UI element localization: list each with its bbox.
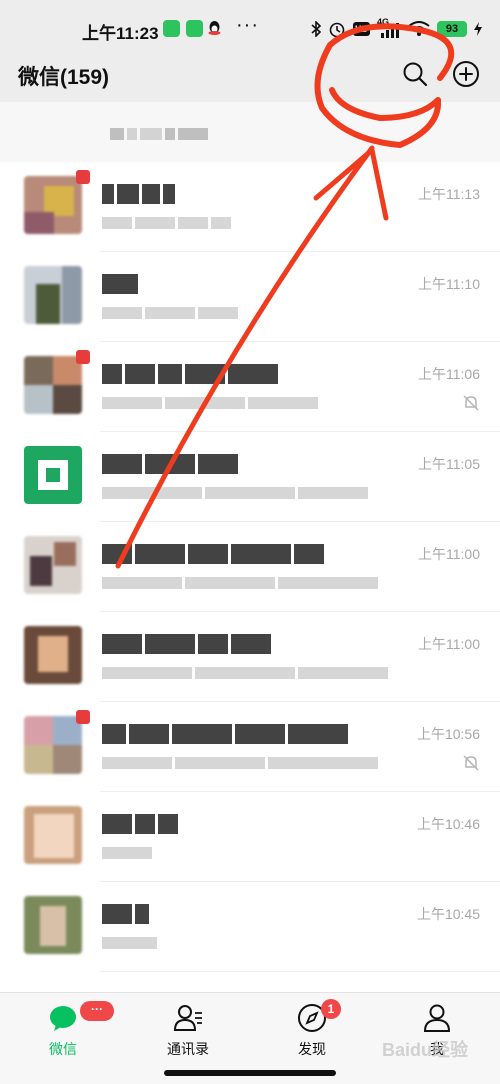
unread-badge — [76, 350, 90, 364]
message-preview-redacted — [102, 937, 157, 949]
unread-badge — [76, 170, 90, 184]
chat-row[interactable]: 上午11:13 — [0, 162, 500, 252]
contact-name-redacted — [102, 724, 348, 744]
header: 微信(159) — [0, 56, 500, 102]
chat-badge: ··· — [80, 1001, 114, 1021]
status-bar: 上午11:23 ··· HD 4G 93 — [0, 0, 500, 56]
status-right: HD 4G 93 — [311, 17, 482, 40]
avatar — [24, 266, 82, 324]
chat-row[interactable]: 上午11:10 — [0, 252, 500, 342]
chat-list[interactable]: 上午11:13 上午11:10 上午11:06 上午11:05 上午11:00 … — [0, 102, 500, 992]
chat-time: 上午11:06 — [418, 366, 480, 382]
tab-discover[interactable]: 1 发现 — [267, 999, 357, 1063]
chat-time: 上午10:46 — [416, 816, 480, 832]
page-title: 微信(159) — [18, 66, 110, 89]
wechat-notification-icon — [163, 20, 180, 37]
chat-row[interactable]: 上午11:00 — [0, 522, 500, 612]
contact-name-redacted — [102, 544, 324, 564]
message-preview-redacted — [102, 307, 238, 319]
avatar — [24, 896, 82, 954]
mute-bell-icon — [463, 755, 479, 771]
contact-name-redacted — [102, 364, 278, 384]
message-preview-redacted — [102, 667, 388, 679]
chat-time: 上午11:00 — [418, 546, 480, 562]
wifi-icon — [408, 21, 430, 36]
tab-chats[interactable]: ··· 微信 — [18, 1001, 114, 1063]
avatar — [24, 626, 82, 684]
tab-contacts[interactable]: 通讯录 — [143, 1003, 233, 1063]
chat-row[interactable]: 上午11:05 — [0, 432, 500, 522]
bluetooth-icon — [311, 21, 321, 37]
chat-row[interactable]: 上午11:00 — [0, 612, 500, 702]
contact-name-redacted — [102, 904, 149, 924]
message-preview-redacted — [102, 487, 368, 499]
hd-icon: HD — [353, 22, 370, 36]
tab-label: 通讯录 — [167, 1041, 209, 1057]
avatar — [24, 446, 82, 504]
more-notifications-icon: ··· — [236, 14, 259, 36]
chat-row[interactable]: 上午10:45 — [0, 882, 500, 972]
tab-label: 发现 — [298, 1041, 326, 1057]
app-notification-icon — [186, 20, 203, 37]
avatar — [24, 806, 82, 864]
avatar — [24, 356, 82, 414]
alarm-icon — [329, 22, 345, 38]
mute-bell-icon — [463, 395, 479, 411]
chat-time: 上午10:45 — [416, 906, 480, 922]
unread-badge — [76, 710, 90, 724]
message-preview-redacted — [102, 217, 231, 229]
chat-time: 上午11:10 — [418, 276, 480, 292]
message-preview-redacted — [102, 847, 152, 859]
watermark: Baidu经验 — [382, 1040, 469, 1060]
contact-name-redacted — [102, 274, 138, 294]
contact-name-redacted — [102, 634, 271, 654]
pinned-conversation[interactable] — [0, 102, 500, 162]
signal-icon: 4G — [377, 17, 401, 38]
contacts-icon — [173, 1005, 202, 1031]
avatar — [24, 176, 82, 234]
chat-row[interactable]: 上午11:06 — [0, 342, 500, 432]
home-indicator[interactable] — [164, 1070, 336, 1076]
contact-name-redacted — [102, 184, 175, 204]
contact-name-redacted — [102, 814, 178, 834]
avatar — [24, 716, 82, 774]
chat-row[interactable]: 上午10:56 — [0, 702, 500, 792]
message-preview-redacted — [102, 397, 318, 409]
discover-badge: 1 — [321, 999, 341, 1019]
chat-row[interactable]: 上午10:46 — [0, 792, 500, 882]
add-circle-icon[interactable] — [451, 59, 481, 89]
battery-icon: 93 — [437, 21, 467, 37]
chat-time: 上午11:00 — [418, 636, 480, 652]
search-icon[interactable] — [401, 60, 429, 88]
contact-name-redacted — [102, 454, 238, 474]
network-type: 4G — [377, 17, 390, 27]
message-preview-redacted — [102, 757, 378, 769]
chat-time: 上午11:05 — [418, 456, 480, 472]
qq-penguin-icon — [208, 21, 221, 35]
status-time: 上午11:23 — [82, 24, 159, 43]
avatar — [24, 536, 82, 594]
charging-icon — [474, 22, 482, 36]
chat-time: 上午11:13 — [418, 186, 480, 202]
person-icon — [423, 1004, 451, 1032]
message-preview-redacted — [102, 577, 378, 589]
chat-bubble-icon — [50, 1006, 76, 1031]
tab-label: 微信 — [49, 1041, 77, 1057]
chat-time: 上午10:56 — [416, 726, 480, 742]
